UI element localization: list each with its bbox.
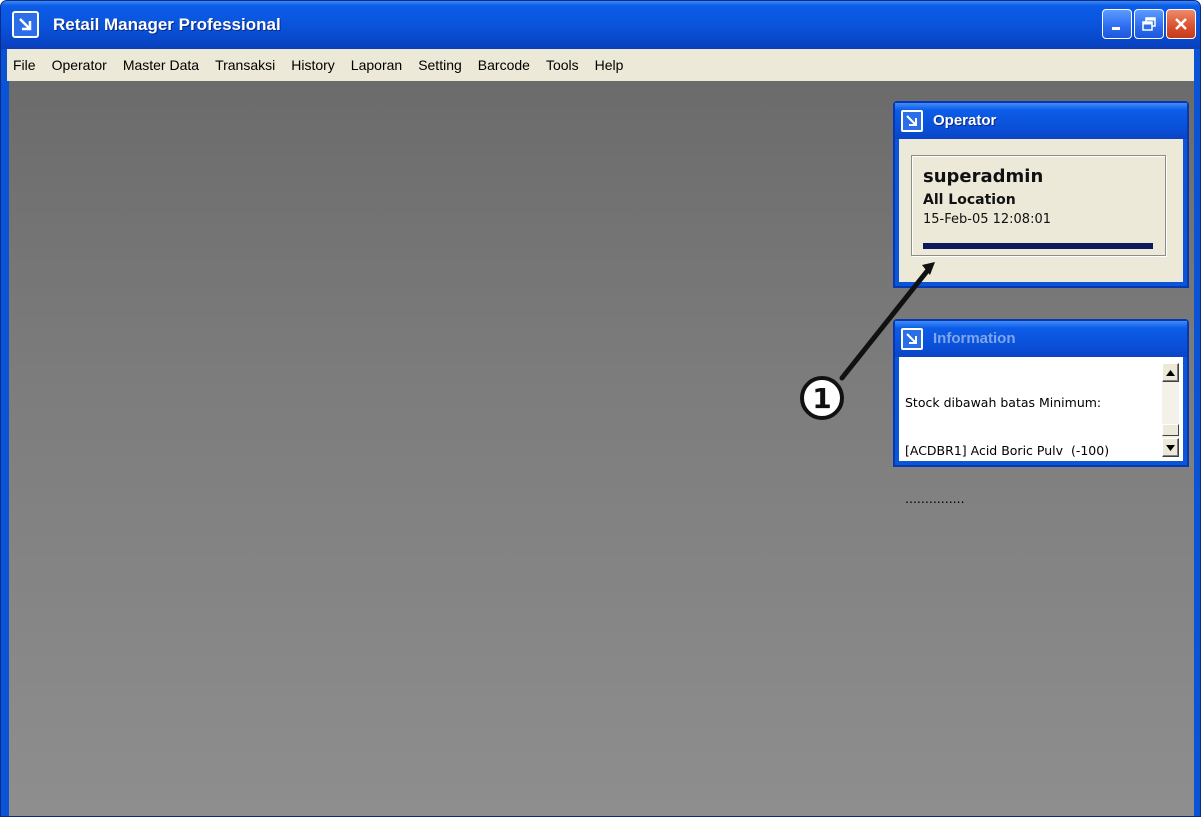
information-line: ............... bbox=[905, 491, 965, 506]
operator-panel-title: Operator bbox=[933, 112, 997, 129]
panel-arrow-icon bbox=[901, 328, 923, 350]
close-button[interactable] bbox=[1166, 9, 1196, 39]
information-text: Stock dibawah batas Minimum: [ACDBR1] Ac… bbox=[905, 363, 1155, 539]
menu-tools[interactable]: Tools bbox=[538, 57, 587, 73]
menu-barcode[interactable]: Barcode bbox=[470, 57, 538, 73]
information-panel-body: Stock dibawah batas Minimum: [ACDBR1] Ac… bbox=[899, 357, 1183, 506]
menu-bar: File Operator Master Data Transaksi Hist… bbox=[7, 49, 1194, 81]
main-window: Retail Manager Professional File Operato… bbox=[0, 0, 1201, 817]
operator-progress-bar bbox=[923, 243, 1153, 249]
menu-file[interactable]: File bbox=[7, 57, 44, 73]
menu-history[interactable]: History bbox=[283, 57, 343, 73]
arrow-up-icon bbox=[1166, 369, 1175, 376]
restore-icon bbox=[1142, 17, 1156, 31]
close-icon bbox=[1175, 18, 1187, 30]
scroll-down-button[interactable] bbox=[1162, 438, 1179, 457]
panel-arrow-icon bbox=[901, 110, 923, 132]
menu-laporan[interactable]: Laporan bbox=[343, 57, 410, 73]
window-controls bbox=[1102, 9, 1196, 39]
callout-number-badge: 1 bbox=[800, 376, 844, 420]
menu-transaksi[interactable]: Transaksi bbox=[207, 57, 283, 73]
operator-username: superadmin bbox=[923, 166, 1044, 187]
information-scrollbar[interactable] bbox=[1162, 363, 1179, 457]
operator-progress-fill bbox=[923, 243, 1153, 249]
information-line: Stock dibawah batas Minimum: bbox=[905, 395, 1102, 410]
operator-info-frame: superadmin All Location 15-Feb-05 12:08:… bbox=[911, 155, 1166, 256]
operator-panel-title-bar[interactable]: Operator bbox=[895, 103, 1187, 139]
scroll-thumb[interactable] bbox=[1162, 424, 1179, 436]
operator-panel: Operator superadmin All Location 15-Feb-… bbox=[893, 101, 1189, 288]
information-panel: Information Stock dibawah batas Minimum:… bbox=[893, 319, 1189, 506]
information-panel-title: Information bbox=[933, 330, 1016, 347]
menu-setting[interactable]: Setting bbox=[410, 57, 470, 73]
scroll-up-button[interactable] bbox=[1162, 363, 1179, 382]
operator-panel-body: superadmin All Location 15-Feb-05 12:08:… bbox=[899, 139, 1183, 282]
restore-button[interactable] bbox=[1134, 9, 1164, 39]
title-bar[interactable]: Retail Manager Professional bbox=[1, 1, 1200, 49]
information-line: [ACDBR1] Acid Boric Pulv (-100) bbox=[905, 443, 1110, 458]
app-arrow-icon[interactable] bbox=[12, 11, 39, 38]
window-title: Retail Manager Professional bbox=[53, 15, 281, 34]
arrow-down-icon bbox=[1166, 444, 1175, 451]
information-panel-title-bar[interactable]: Information bbox=[895, 321, 1187, 357]
menu-operator[interactable]: Operator bbox=[44, 57, 115, 73]
menu-help[interactable]: Help bbox=[587, 57, 632, 73]
operator-datetime: 15-Feb-05 12:08:01 bbox=[923, 212, 1052, 227]
operator-location: All Location bbox=[923, 192, 1016, 208]
minimize-button[interactable] bbox=[1102, 9, 1132, 39]
menu-master-data[interactable]: Master Data bbox=[115, 57, 207, 73]
minimize-icon bbox=[1112, 27, 1120, 30]
